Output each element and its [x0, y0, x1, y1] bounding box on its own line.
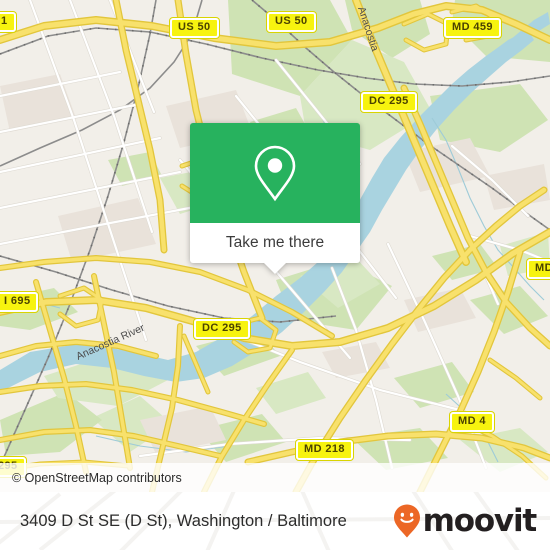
map-pin-icon — [254, 145, 296, 202]
map-attribution: © OpenStreetMap contributors — [0, 463, 550, 492]
shield-route-dc295-mid: DC 295 — [194, 319, 250, 339]
moovit-pin-smiley-icon — [393, 504, 420, 538]
moovit-map-screenshot: .gp { fill:#cfe3b4; } .gp2 { fill:#d8e8c… — [0, 0, 550, 550]
shield-route-md459: MD 459 — [444, 18, 501, 38]
shield-route-us50-west: US 50 — [170, 18, 219, 38]
footer-bar: 3409 D St SE (D St), Washington / Baltim… — [0, 492, 550, 550]
popup-action-bar[interactable]: Take me there — [190, 223, 360, 274]
shield-route-md218: MD 218 — [296, 440, 353, 460]
popup-tail-pointer — [263, 262, 287, 274]
moovit-wordmark: moovit — [422, 502, 538, 539]
attribution-text: © OpenStreetMap contributors — [12, 470, 182, 485]
shield-route-dc295-north: DC 295 — [361, 92, 417, 112]
popup-pin-panel — [190, 123, 360, 223]
map-canvas[interactable]: .gp { fill:#cfe3b4; } .gp2 { fill:#d8e8c… — [0, 0, 550, 492]
shield-route-1: 1 — [0, 12, 16, 32]
shield-route-us50-east: US 50 — [267, 12, 316, 32]
location-title: 3409 D St SE (D St), Washington / Baltim… — [20, 511, 347, 530]
shield-route-md-edge: MD — [527, 259, 550, 279]
shield-route-i695: I 695 — [0, 292, 39, 312]
moovit-brand-logo[interactable]: moovit — [392, 503, 550, 539]
destination-popup-card[interactable]: Take me there — [190, 123, 360, 274]
take-me-there-button[interactable]: Take me there — [226, 234, 324, 252]
shield-route-md4: MD 4 — [450, 412, 494, 432]
